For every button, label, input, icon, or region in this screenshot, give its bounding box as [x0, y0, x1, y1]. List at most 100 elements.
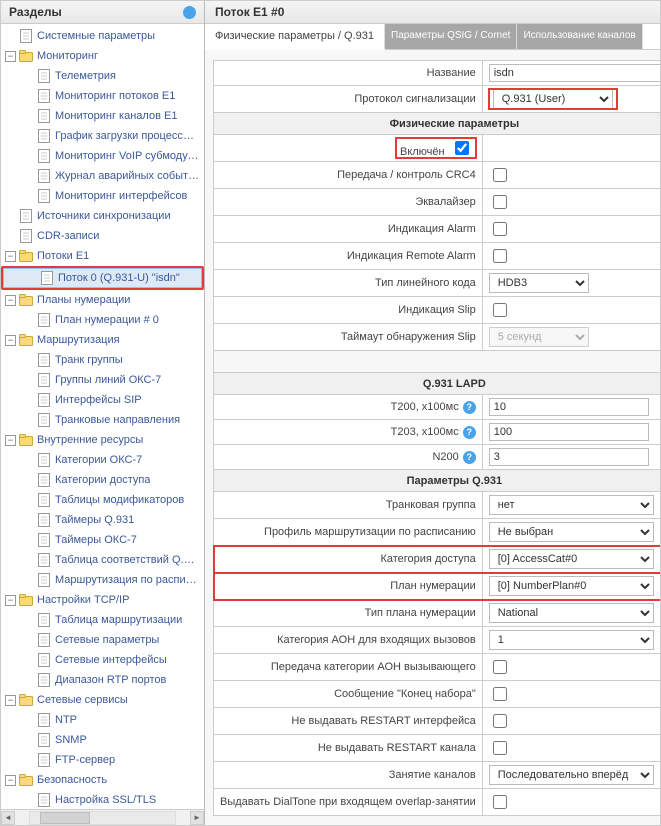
collapse-icon[interactable]: − [5, 695, 16, 706]
tree-node-6[interactable]: Мониторинг VoIP субмодулей [1, 146, 204, 166]
tree-node-7[interactable]: Журнал аварийных событий [1, 166, 204, 186]
tree-node-5[interactable]: График загрузки процессора [1, 126, 204, 146]
norestart-if-checkbox[interactable] [493, 714, 507, 728]
chanorder-select[interactable]: Последовательно вперёд [489, 765, 654, 785]
ralarm-checkbox[interactable] [493, 249, 507, 263]
collapse-icon[interactable]: − [5, 251, 16, 262]
tree-node-35[interactable]: SNMP [1, 730, 204, 750]
tree-node-27[interactable]: Маршрутизация по расписанию [1, 570, 204, 590]
collapse-icon[interactable]: − [5, 335, 16, 346]
tree-node-32[interactable]: Диапазон RTP портов [1, 670, 204, 690]
tree-node-17[interactable]: Группы линий ОКС-7 [1, 370, 204, 390]
scroll-track[interactable] [29, 811, 176, 825]
tree-label: Группы линий ОКС-7 [55, 372, 161, 388]
t200-input[interactable] [489, 398, 649, 416]
toggle-spacer [23, 315, 34, 326]
toggle-spacer [23, 575, 34, 586]
proto-select[interactable]: Q.931 (User) [493, 89, 613, 109]
aoncat-select[interactable]: 1 [489, 630, 654, 650]
enabled-checkbox[interactable] [455, 141, 469, 155]
tree-node-16[interactable]: Транк группы [1, 350, 204, 370]
tree-label: Журнал аварийных событий [55, 168, 200, 184]
tree-node-15[interactable]: −Маршрутизация [1, 330, 204, 350]
page-icon [36, 68, 52, 84]
collapse-icon[interactable]: − [5, 295, 16, 306]
tree-node-13[interactable]: −Планы нумерации [1, 290, 204, 310]
tree-node-21[interactable]: Категории ОКС-7 [1, 450, 204, 470]
tree-node-9[interactable]: Источники синхронизации [1, 206, 204, 226]
tree-node-0[interactable]: Системные параметры [1, 26, 204, 46]
tree-node-30[interactable]: Сетевые параметры [1, 630, 204, 650]
crc4-checkbox[interactable] [493, 168, 507, 182]
tree-node-29[interactable]: Таблица маршрутизации [1, 610, 204, 630]
plantype-select[interactable]: National [489, 603, 654, 623]
tree-node-14[interactable]: План нумерации # 0 [1, 310, 204, 330]
tree-node-37[interactable]: −Безопасность [1, 770, 204, 790]
tree-label: Таймеры ОКС-7 [55, 532, 137, 548]
endmsg-checkbox[interactable] [493, 687, 507, 701]
tab-physical[interactable]: Физические параметры / Q.931 [205, 24, 385, 50]
tree-node-8[interactable]: Мониторинг интерфейсов [1, 186, 204, 206]
sched-select[interactable]: Не выбран [489, 522, 654, 542]
lbl-sched: Профиль маршрутизации по расписанию [214, 519, 483, 546]
tab-qsig[interactable]: Параметры QSIG / Cornet [385, 24, 517, 49]
scroll-right-icon[interactable]: ► [190, 811, 204, 825]
tree[interactable]: Системные параметры−МониторингТелеметрия… [1, 24, 204, 809]
trunk-select[interactable]: нет [489, 495, 654, 515]
page-icon [36, 352, 52, 368]
collapse-icon[interactable]: − [5, 435, 16, 446]
collapse-icon[interactable]: − [5, 775, 16, 786]
linecode-select[interactable]: HDB3 [489, 273, 589, 293]
alarm-checkbox[interactable] [493, 222, 507, 236]
help-icon[interactable]: ? [463, 451, 476, 464]
tree-node-11[interactable]: −Потоки E1 [1, 246, 204, 266]
n200-input[interactable] [489, 448, 649, 466]
tree-node-34[interactable]: NTP [1, 710, 204, 730]
tree-node-3[interactable]: Мониторинг потоков E1 [1, 86, 204, 106]
tree-label: Таблица соответствий Q.850-cause и [55, 552, 200, 568]
collapse-icon[interactable]: − [5, 595, 16, 606]
help-icon[interactable]: ? [463, 401, 476, 414]
buttons: Применить Отменить [213, 816, 652, 825]
tree-node-26[interactable]: Таблица соответствий Q.850-cause и [1, 550, 204, 570]
acccat-select[interactable]: [0] AccessCat#0 [489, 549, 654, 569]
help-icon[interactable]: ? [463, 426, 476, 439]
scroll-thumb[interactable] [40, 812, 90, 824]
collapse-icon[interactable]: − [5, 51, 16, 62]
aontx-checkbox[interactable] [493, 660, 507, 674]
page-icon [36, 792, 52, 808]
sec-lapd: Q.931 LAPD [214, 373, 661, 395]
numplan-select[interactable]: [0] NumberPlan#0 [489, 576, 654, 596]
tree-node-38[interactable]: Настройка SSL/TLS [1, 790, 204, 809]
slip-checkbox[interactable] [493, 303, 507, 317]
sidebar-hscroll[interactable]: ◄ ► [1, 809, 204, 825]
tree-node-28[interactable]: −Настройки TCP/IP [1, 590, 204, 610]
tree-node-20[interactable]: −Внутренние ресурсы [1, 430, 204, 450]
tab-channels[interactable]: Использование каналов [517, 24, 642, 49]
norestart-ch-checkbox[interactable] [493, 741, 507, 755]
scroll-left-icon[interactable]: ◄ [1, 811, 15, 825]
tree-node-22[interactable]: Категории доступа [1, 470, 204, 490]
tree-node-2[interactable]: Телеметрия [1, 66, 204, 86]
dialtone-checkbox[interactable] [493, 795, 507, 809]
tree-label: Поток 0 (Q.931-U) "isdn" [58, 270, 180, 286]
lbl-norestart-if: Не выдавать RESTART интерфейса [214, 708, 483, 735]
tree-node-24[interactable]: Таймеры Q.931 [1, 510, 204, 530]
tree-node-33[interactable]: −Сетевые сервисы [1, 690, 204, 710]
tree-node-1[interactable]: −Мониторинг [1, 46, 204, 66]
eq-checkbox[interactable] [493, 195, 507, 209]
t203-input[interactable] [489, 423, 649, 441]
folder-icon [18, 432, 34, 448]
tree-node-36[interactable]: FTP-сервер [1, 750, 204, 770]
tree-node-19[interactable]: Транковые направления [1, 410, 204, 430]
tree-node-31[interactable]: Сетевые интерфейсы [1, 650, 204, 670]
tree-node-12[interactable]: Поток 0 (Q.931-U) "isdn" [3, 268, 202, 288]
sidebar-refresh-icon[interactable] [183, 6, 196, 19]
tree-node-4[interactable]: Мониторинг каналов E1 [1, 106, 204, 126]
tree-node-23[interactable]: Таблицы модификаторов [1, 490, 204, 510]
name-input[interactable] [489, 64, 660, 82]
lbl-numplan: План нумерации [214, 573, 483, 600]
tree-node-18[interactable]: Интерфейсы SIP [1, 390, 204, 410]
tree-node-10[interactable]: CDR-записи [1, 226, 204, 246]
tree-node-25[interactable]: Таймеры ОКС-7 [1, 530, 204, 550]
